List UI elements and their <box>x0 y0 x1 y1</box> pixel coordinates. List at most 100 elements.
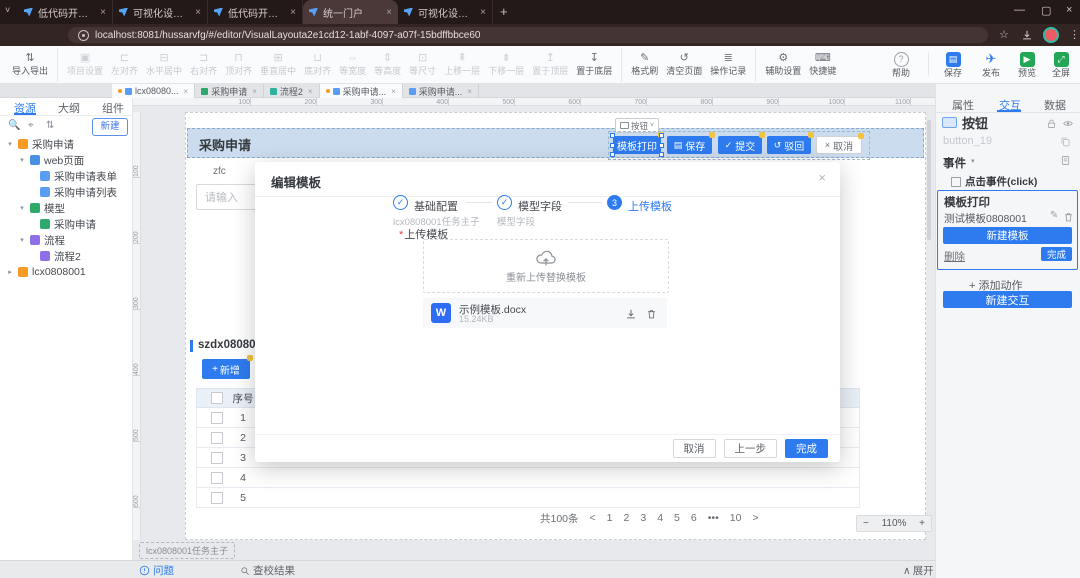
canvas-reject-button[interactable]: ↺ 驳回 <box>767 136 811 154</box>
trash-icon[interactable] <box>1063 210 1074 228</box>
save-button[interactable]: ▤ 保存 <box>940 48 966 82</box>
filter-icon[interactable]: ⇅ <box>46 120 54 131</box>
caret-down-icon[interactable]: ▾ <box>18 236 26 244</box>
file-tab[interactable]: 流程2 × <box>264 84 320 98</box>
tab-close-icon[interactable]: × <box>100 7 106 18</box>
search-icon[interactable]: 🔍 <box>8 120 20 131</box>
downloads-icon[interactable] <box>1021 28 1033 46</box>
panel-tab-data[interactable]: 数据 <box>1044 97 1066 113</box>
site-info-icon[interactable] <box>78 30 89 41</box>
toolbar-item[interactable]: ⊏ 左对齐 <box>107 48 142 82</box>
canvas-save-button[interactable]: ▤ 保存 <box>667 136 712 154</box>
click-event-label[interactable]: 点击事件(click) <box>965 174 1037 189</box>
tab-close-icon[interactable]: × <box>386 7 392 18</box>
url-field[interactable]: localhost:8081/hussarvfg/#/editor/Visual… <box>68 27 988 43</box>
caret-down-icon[interactable]: ▾ <box>971 157 975 165</box>
upload-dropzone[interactable]: 重新上传替换模板 <box>423 239 669 293</box>
page-number[interactable]: 2 <box>624 512 630 524</box>
page-number[interactable]: ••• <box>708 512 719 524</box>
window-minimize-button[interactable]: — <box>1014 4 1025 16</box>
zoom-out-button[interactable]: − <box>863 518 869 529</box>
issues-button[interactable]: 问题 <box>139 563 174 578</box>
browser-tab[interactable]: 统一门户 × <box>303 0 398 24</box>
component-name-field[interactable]: button_19 <box>943 135 992 147</box>
canvas-add-button[interactable]: + 新增 <box>202 359 250 379</box>
caret-down-icon[interactable]: ▾ <box>6 140 14 148</box>
caret-right-icon[interactable]: ▸ <box>6 268 14 276</box>
delete-action-link[interactable]: 删除 <box>944 249 965 264</box>
table-row[interactable]: 4 <box>196 468 860 488</box>
row-checkbox[interactable] <box>211 432 223 444</box>
selection-handle[interactable] <box>659 152 664 157</box>
selection-handle[interactable] <box>659 133 664 138</box>
browser-tab[interactable]: 可视化设计器 × <box>398 0 493 24</box>
toolbar-item[interactable]: ⊡ 等尺寸 <box>405 48 440 82</box>
file-tab[interactable]: 采购申请 × <box>195 84 264 98</box>
new-template-button[interactable]: 新建模板 <box>943 227 1072 244</box>
toolbar-item[interactable]: ⇕ 等高度 <box>370 48 405 82</box>
canvas-scrollbar[interactable] <box>927 120 931 240</box>
help-button[interactable]: ? 帮助 <box>888 48 914 82</box>
tab-close-icon[interactable]: × <box>480 7 486 18</box>
browser-tab[interactable]: 低代码开发平台 × <box>18 0 113 24</box>
toolbar-item[interactable]: ⌨ 快捷键 <box>805 48 840 82</box>
window-close-button[interactable]: × <box>1066 4 1072 16</box>
profile-avatar[interactable] <box>1043 27 1059 43</box>
toolbar-item[interactable]: ✎ 格式刷 <box>621 48 662 82</box>
panel-tab-properties[interactable]: 属性 <box>952 97 974 113</box>
sidebar-tab-outline[interactable]: 大纲 <box>58 100 80 116</box>
selection-handle[interactable] <box>610 133 615 138</box>
modal-prev-button[interactable]: 上一步 <box>724 439 778 458</box>
selected-node-tag[interactable]: lcx0808001任务主子 <box>139 542 235 559</box>
toolbar-item[interactable]: ⊔ 底对齐 <box>300 48 335 82</box>
table-row[interactable]: 5 <box>196 488 860 508</box>
new-resource-button[interactable]: 新建 <box>92 118 128 136</box>
row-checkbox[interactable] <box>211 412 223 424</box>
trash-icon[interactable] <box>646 307 657 325</box>
zoom-in-button[interactable]: + <box>919 518 925 529</box>
toolbar-item[interactable]: ⇔ 等宽度 <box>335 48 370 82</box>
canvas-submit-button[interactable]: ✓ 提交 <box>718 136 762 154</box>
download-icon[interactable] <box>625 307 637 325</box>
event-doc-icon[interactable] <box>1060 153 1071 171</box>
browser-tab[interactable]: 低代码开发平台 × <box>208 0 303 24</box>
toolbar-item[interactable]: ⇟ 下移一层 <box>484 48 528 82</box>
tab-close-icon[interactable]: × <box>195 7 201 18</box>
select-all-checkbox[interactable] <box>211 392 223 404</box>
toolbar-item[interactable]: ⇅ 导入导出 <box>8 48 52 82</box>
edit-icon[interactable]: ✎ <box>1050 210 1058 221</box>
toolbar-item[interactable]: ⊞ 垂直居中 <box>256 48 300 82</box>
page-number[interactable]: 4 <box>657 512 663 524</box>
preview-button[interactable]: ▶ 预览 <box>1014 48 1040 82</box>
browser-tab[interactable]: 可视化设计器 × <box>113 0 208 24</box>
copy-icon[interactable] <box>1060 134 1071 152</box>
check-result-button[interactable]: 查校结果 <box>240 563 295 578</box>
canvas-print-button[interactable]: 模板打印 <box>613 136 661 154</box>
tab-close-icon[interactable]: × <box>308 87 313 96</box>
toolbar-item[interactable]: ⊟ 水平居中 <box>142 48 186 82</box>
eye-icon[interactable] <box>1062 116 1074 134</box>
toolbar-item[interactable]: ⊓ 顶对齐 <box>221 48 256 82</box>
tab-close-icon[interactable]: × <box>391 87 396 96</box>
expand-button[interactable]: ∧ 展开 <box>903 563 934 578</box>
prev-page-icon[interactable]: < <box>590 512 596 524</box>
uploaded-file-item[interactable]: W 示例模板.docx 15.24KB <box>423 298 667 328</box>
row-checkbox[interactable] <box>211 492 223 504</box>
event-section-label[interactable]: 事件 <box>943 155 966 171</box>
next-page-icon[interactable]: > <box>752 512 758 524</box>
page-number[interactable]: 5 <box>674 512 680 524</box>
selection-handle[interactable] <box>610 143 615 148</box>
toolbar-item[interactable]: ↺ 清空页面 <box>662 48 706 82</box>
row-checkbox[interactable] <box>211 452 223 464</box>
toolbar-item[interactable]: ▣ 项目设置 <box>57 48 107 82</box>
tab-close-icon[interactable]: × <box>467 87 472 96</box>
finish-action-button[interactable]: 完成 <box>1041 247 1072 261</box>
publish-button[interactable]: ✈ 发布 <box>978 48 1004 82</box>
tab-close-icon[interactable]: × <box>184 87 189 96</box>
selection-handle[interactable] <box>610 152 615 157</box>
new-tab-button[interactable]: + <box>500 4 508 19</box>
toolbar-item[interactable]: ⚙ 辅助设置 <box>755 48 805 82</box>
sidebar-tab-components[interactable]: 组件 <box>102 100 124 116</box>
lock-icon[interactable] <box>1046 116 1057 134</box>
caret-down-icon[interactable]: ▾ <box>18 156 26 164</box>
